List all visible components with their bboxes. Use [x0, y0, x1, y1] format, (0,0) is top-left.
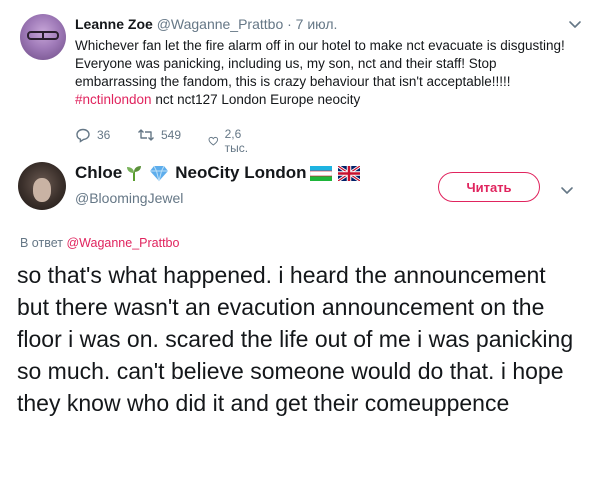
tweet-text: so that's what happened. i heard the ann…: [17, 262, 574, 416]
retweet-icon: [138, 129, 154, 141]
author-handle[interactable]: @Waganne_Prattbo: [157, 16, 284, 32]
reply-icon: [76, 128, 90, 143]
follow-button[interactable]: Читать: [438, 172, 540, 202]
uk-flag: [337, 165, 360, 181]
reply-context: В ответ @Waganne_Prattbo: [20, 236, 179, 250]
tweet-text: Whichever fan let the fire alarm off in …: [75, 37, 580, 109]
diamond-emoji: [149, 164, 169, 182]
tweet-date[interactable]: · 7 июл.: [287, 16, 337, 32]
author-name-part-2: NeoCity London: [175, 163, 307, 182]
retweet-count: 549: [161, 128, 182, 142]
reply-button[interactable]: 36: [75, 127, 110, 143]
chevron-down-icon[interactable]: [565, 14, 585, 34]
reply-count: 36: [97, 128, 111, 142]
parent-tweet: Leanne Zoe @Waganne_Prattbo · 7 июл. Whi…: [0, 0, 599, 155]
reply-mention-link[interactable]: @Waganne_Prattbo: [66, 236, 179, 250]
tweet-tags: nct nct127 London Europe neocity: [155, 92, 361, 107]
hashtag-link[interactable]: #nctinlondon: [75, 92, 152, 107]
retweet-button[interactable]: 549: [137, 127, 181, 143]
tweet-body: Whichever fan let the fire alarm off in …: [75, 38, 565, 89]
uzbekistan-flag: [309, 165, 332, 181]
author-name-part-1: Chloe: [75, 163, 123, 182]
reply-tweet: Chloe NeoCity London @BloomingJewel Чита…: [0, 150, 599, 496]
tweet-header: Leanne Zoe @Waganne_Prattbo · 7 июл.: [75, 16, 337, 32]
author-name[interactable]: Leanne Zoe: [75, 16, 153, 32]
seedling-emoji: [125, 164, 143, 182]
author-name[interactable]: Chloe NeoCity London: [75, 163, 363, 183]
avatar[interactable]: [20, 14, 66, 60]
avatar[interactable]: [18, 162, 66, 210]
chevron-down-icon[interactable]: [557, 180, 577, 200]
like-icon: [208, 136, 219, 146]
author-handle[interactable]: @BloomingJewel: [75, 190, 183, 206]
reply-prefix: В ответ: [20, 236, 63, 250]
